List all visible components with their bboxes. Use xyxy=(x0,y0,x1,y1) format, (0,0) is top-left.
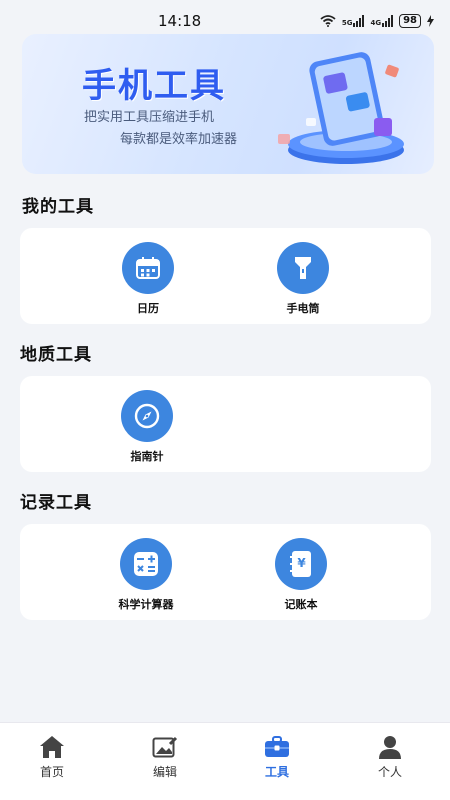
person-icon xyxy=(379,736,401,759)
status-time: 14:18 xyxy=(158,12,202,30)
network-4g-label: 4G xyxy=(370,19,382,27)
banner-subtitle-1: 把实用工具压缩进手机 xyxy=(84,110,215,125)
phone-illustration xyxy=(278,52,404,164)
edit-icon xyxy=(152,736,178,758)
tool-calendar[interactable]: 日历 xyxy=(93,242,203,316)
tab-profile[interactable]: 个人 xyxy=(360,735,420,780)
section-title-geo-tools: 地质工具 xyxy=(20,345,92,365)
tool-compass[interactable]: 指南针 xyxy=(92,390,202,464)
toolbox-icon xyxy=(265,736,289,757)
signal-icon-2 xyxy=(382,15,394,27)
tool-ledger[interactable]: ¥ 记账本 xyxy=(246,538,356,612)
signal-icon xyxy=(353,15,365,27)
tool-label-calendar: 日历 xyxy=(137,302,159,315)
tab-label-tools: 工具 xyxy=(264,765,289,779)
bottom-tab-bar: 首页 编辑 工具 个人 xyxy=(0,722,450,800)
compass-icon xyxy=(134,403,160,429)
ledger-icon: ¥ xyxy=(290,551,311,577)
tab-label-profile: 个人 xyxy=(377,765,402,779)
status-bar: 14:18 5G 4G 98 xyxy=(0,0,450,36)
flashlight-icon xyxy=(295,257,311,279)
tab-edit[interactable]: 编辑 xyxy=(135,735,195,780)
tab-tools[interactable]: 工具 xyxy=(247,735,307,780)
wifi-icon xyxy=(320,15,336,27)
tool-card-record-tools: 科学计算器 ¥ 记账本 xyxy=(20,524,431,620)
calculator-icon xyxy=(134,552,158,576)
banner-subtitle-2: 每款都是效率加速器 xyxy=(120,132,238,147)
charging-icon xyxy=(427,15,434,27)
tool-label-calculator: 科学计算器 xyxy=(118,598,174,611)
tool-card-geo-tools: 指南针 xyxy=(20,376,431,472)
tool-label-flashlight: 手电筒 xyxy=(286,302,320,315)
section-title-my-tools: 我的工具 xyxy=(22,197,94,217)
status-icons: 5G 4G 98 xyxy=(320,14,434,28)
tool-card-my-tools: 日历 手电筒 xyxy=(20,228,431,324)
tool-flashlight[interactable]: 手电筒 xyxy=(248,242,358,316)
tab-home[interactable]: 首页 xyxy=(22,735,82,780)
battery-indicator: 98 xyxy=(399,14,421,28)
tool-calculator[interactable]: 科学计算器 xyxy=(91,538,201,612)
section-title-record-tools: 记录工具 xyxy=(20,493,92,513)
tab-label-edit: 编辑 xyxy=(152,765,177,779)
calendar-icon xyxy=(136,257,160,279)
svg-text:¥: ¥ xyxy=(297,556,306,570)
tab-label-home: 首页 xyxy=(39,765,64,779)
network-5g-label: 5G xyxy=(341,19,353,27)
promo-banner[interactable]: 手机工具 把实用工具压缩进手机 每款都是效率加速器 xyxy=(22,34,434,174)
banner-title: 手机工具 xyxy=(82,66,226,106)
tool-label-compass: 指南针 xyxy=(130,450,164,463)
home-icon xyxy=(40,736,64,758)
tool-label-ledger: 记账本 xyxy=(284,598,318,611)
